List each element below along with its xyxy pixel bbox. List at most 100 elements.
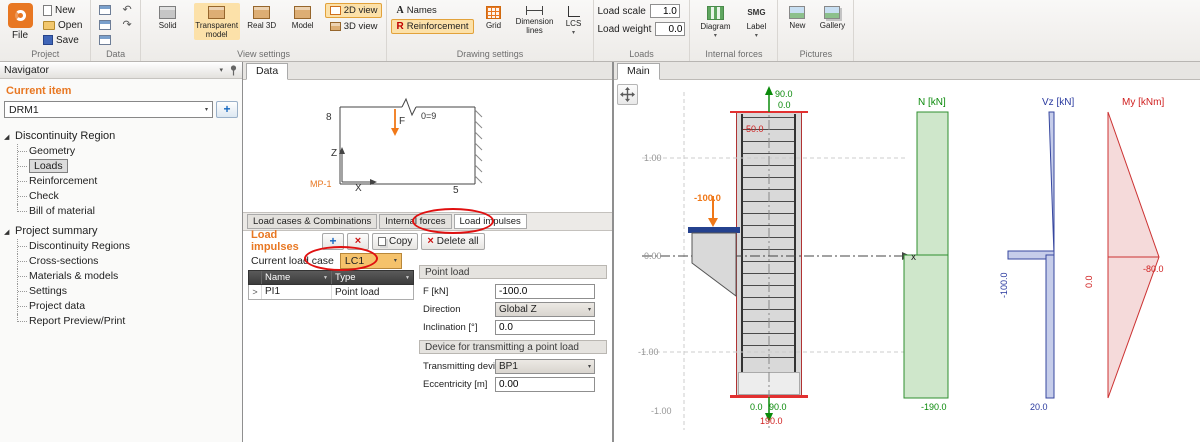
tree-item-settings[interactable]: Settings [14,284,240,299]
group-label-loads: Loads [629,49,654,59]
lcs-icon [567,6,580,17]
diagram-dropdown-icon[interactable]: ▾ [714,33,717,40]
tree-item-geometry[interactable]: Geometry [14,144,240,159]
device-dropdown-icon[interactable]: ▾ [585,363,591,370]
impulse-name-cell[interactable]: PI1 [262,285,332,299]
type-column-header[interactable]: Type ▼ [332,271,413,284]
new-document-icon [43,4,52,16]
table-row[interactable]: > PI1 Point load [248,285,414,300]
transparent-model-button[interactable]: Transparent model [193,3,240,41]
add-icon: + [329,234,337,248]
tree-item-check[interactable]: Check [14,189,240,204]
gallery-button[interactable]: Gallery [815,3,849,31]
expander-column-header [249,271,262,284]
force-arrow [391,109,399,136]
tree-item-report-preview-print[interactable]: Report Preview/Print [14,314,240,329]
label-dropdown-icon[interactable]: ▾ [755,33,758,40]
current-item-dropdown-icon[interactable]: ▾ [202,106,208,113]
row-expander[interactable]: > [249,285,262,299]
open-button[interactable]: Open [39,18,86,32]
current-load-case-select[interactable]: LC1 ▾ [339,252,402,269]
tree-item-bill-of-material[interactable]: Bill of material [14,204,240,219]
tree-section-project-summary[interactable]: ◢ Project summary [4,223,240,239]
add-region-button[interactable]: + [216,101,238,118]
undo-button[interactable]: ↶ [118,3,135,17]
grid-toggle[interactable]: Grid [477,3,511,31]
vz-diagram-title: Vz [kN] [1042,97,1074,108]
transmitting-device-select[interactable]: BP1 ▾ [495,358,595,374]
real-3d-button[interactable]: Real 3D [243,3,281,31]
current-item-select[interactable]: DRM1 ▾ [4,101,213,118]
clipboard-table-icon [99,35,112,45]
transparent-cube-icon [208,6,226,19]
2d-view-label: 2D view [343,5,378,16]
tree-item-materials-models[interactable]: Materials & models [14,269,240,284]
type-header-label: Type [335,272,356,283]
tree-item-project-data[interactable]: Project data [14,299,240,314]
solid-view-button[interactable]: Solid [145,3,191,31]
pin-icon[interactable] [229,64,238,76]
reinforcement-toggle[interactable]: R Reinforcement [391,19,474,34]
tab-internal-forces[interactable]: Internal forces [379,214,452,229]
label-button[interactable]: SMG Label ▾ [739,3,773,41]
add-impulse-button[interactable]: + [322,232,344,250]
vz-value-20: 20.0 [1030,402,1048,412]
direction-dropdown-icon[interactable]: ▾ [585,306,591,313]
names-toggle[interactable]: A Names [391,3,473,18]
load-case-dropdown-icon[interactable]: ▾ [391,257,397,264]
copy-ribbon-button[interactable] [95,3,115,17]
load-scale-input[interactable] [649,4,680,18]
lcs-label: LCS [565,19,582,28]
group-header-device: Device for transmitting a point load [419,340,607,354]
name-column-header[interactable]: Name ▼ [262,271,332,284]
view-3d-button[interactable]: 3D view [325,19,383,34]
my-diagram [1107,111,1160,399]
name-header-label: Name [265,272,291,283]
tree-section-discontinuity-region[interactable]: ◢ Discontinuity Region [4,128,240,144]
inclination-input[interactable] [495,319,595,335]
copy-impulse-button[interactable]: Copy [372,232,419,250]
tab-main[interactable]: Main [617,63,660,80]
corbel[interactable] [691,232,737,297]
dimension-lines-toggle[interactable]: Dimension lines [514,3,556,36]
load-weight-input[interactable] [655,22,686,36]
tab-load-impulses[interactable]: Load impulses [453,214,527,229]
direction-select[interactable]: Global Z ▾ [495,301,595,317]
3d-view-icon [329,22,341,31]
z-axis-arrow-top [765,86,773,112]
idea-logo-icon[interactable] [7,3,33,28]
tab-load-cases-combinations[interactable]: Load cases & Combinations [247,214,378,229]
real3d-label: Real 3D [247,21,277,30]
delete-impulse-button[interactable]: × [347,232,369,250]
new-picture-button[interactable]: New [782,3,812,31]
impulse-type-cell[interactable]: Point load [332,287,413,298]
tree-item-loads[interactable]: Loads [14,159,240,174]
model-view-button[interactable]: Model [284,3,322,31]
clipboard-button[interactable] [95,33,115,47]
direction-label: Direction [423,303,461,315]
new-button[interactable]: New [39,3,86,17]
view-2d-button[interactable]: 2D view [324,3,383,18]
eccentricity-input[interactable] [495,376,595,392]
lcs-dropdown-icon[interactable]: ▾ [572,30,575,37]
tree-item-discontinuity-regions[interactable]: Discontinuity Regions [14,239,240,254]
transparent-label: Transparent model [195,21,239,40]
file-menu-button[interactable]: File [12,30,28,41]
diagram-button[interactable]: Diagram ▾ [694,3,736,41]
name-filter-icon[interactable]: ▼ [323,275,328,281]
f-value-input[interactable] [495,283,595,299]
save-button[interactable]: Save [39,33,86,47]
lcs-button[interactable]: LCS ▾ [559,3,589,38]
tab-data[interactable]: Data [246,63,289,80]
member-label: MP-1 [310,179,332,189]
tree-item-reinforcement[interactable]: Reinforcement [14,174,240,189]
delete-all-button[interactable]: × Delete all [421,232,485,250]
2d-view-icon [329,6,341,15]
paste-ribbon-button[interactable] [95,18,115,32]
main-canvas[interactable]: 1.00 0.00 -1.00 -1.00 x 90.0 0.0 -50.0 -… [614,80,1200,442]
type-filter-icon[interactable]: ▼ [405,275,410,281]
navigator-menu-icon[interactable]: ▾ [219,66,223,74]
ribbon-group-pictures: New Gallery Pictures [778,0,855,61]
redo-button[interactable]: ↷ [118,18,135,32]
tree-item-cross-sections[interactable]: Cross-sections [14,254,240,269]
